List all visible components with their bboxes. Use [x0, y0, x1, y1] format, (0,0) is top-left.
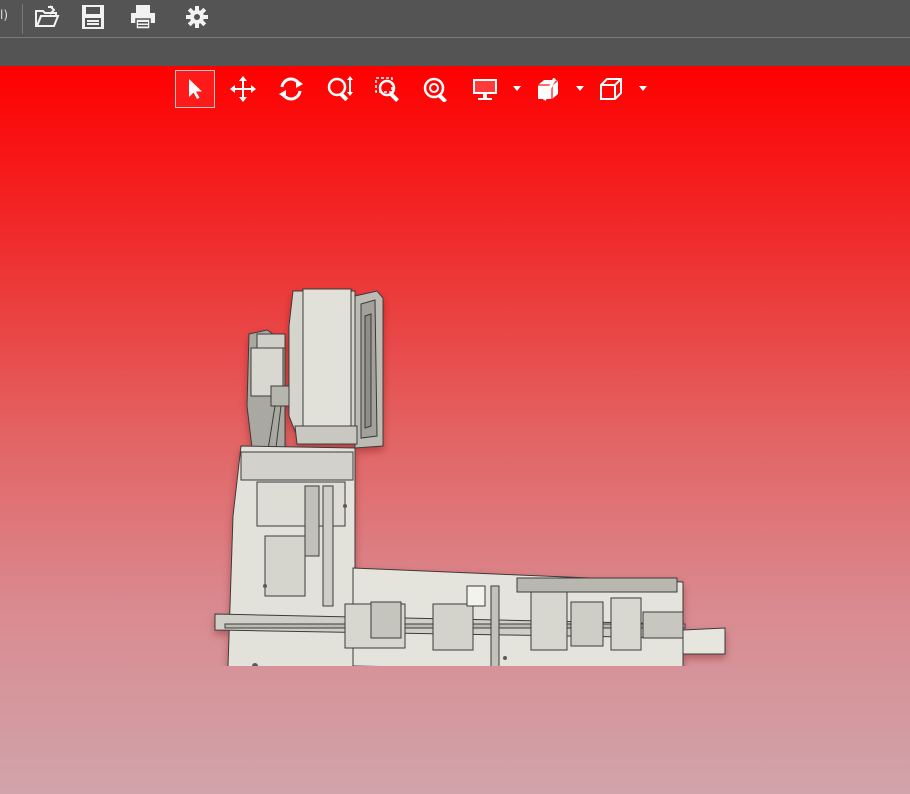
- settings-gear-icon: [186, 6, 208, 28]
- machine-assembly-model[interactable]: [205, 286, 735, 666]
- zoom-in-out-button[interactable]: [323, 70, 357, 108]
- app-toolbar: l): [0, 0, 910, 38]
- chevron-down-icon: [513, 86, 521, 91]
- view-orientation-dropdown[interactable]: [637, 70, 649, 108]
- section-view-button[interactable]: [531, 70, 565, 108]
- display-style-button[interactable]: [468, 70, 502, 108]
- section-view-dropdown[interactable]: [574, 70, 586, 108]
- settings-button[interactable]: [183, 3, 211, 31]
- view-orientation-cube-icon: [600, 78, 622, 100]
- chevron-down-icon: [639, 86, 647, 91]
- open-button[interactable]: [33, 3, 61, 31]
- zoom-to-area-icon: [375, 77, 399, 102]
- display-style-dropdown[interactable]: [511, 70, 523, 108]
- print-icon: [131, 5, 155, 30]
- select-tool-button[interactable]: [175, 70, 215, 108]
- toolbar-separator: [22, 4, 23, 34]
- pan-tool-button[interactable]: [226, 70, 260, 108]
- chevron-down-icon: [576, 86, 584, 91]
- secondary-toolbar: [0, 38, 910, 66]
- save-icon: [82, 5, 104, 29]
- select-arrow-icon: [189, 79, 202, 99]
- zoom-to-area-button[interactable]: [371, 70, 405, 108]
- pan-move-icon: [230, 76, 256, 102]
- zoom-to-fit-button[interactable]: [419, 70, 453, 108]
- rotate-tool-button[interactable]: [274, 70, 308, 108]
- graphics-viewport[interactable]: [0, 66, 910, 794]
- view-orientation-button[interactable]: [594, 70, 628, 108]
- zoom-to-fit-icon: [423, 77, 447, 102]
- display-style-icon: [473, 79, 497, 100]
- section-view-icon: [538, 77, 559, 101]
- print-button[interactable]: [129, 3, 157, 31]
- rotate-icon: [279, 77, 303, 101]
- partial-label: l): [0, 8, 9, 22]
- save-button[interactable]: [79, 3, 107, 31]
- open-folder-icon: [35, 5, 60, 27]
- zoom-in-out-icon: [327, 76, 353, 102]
